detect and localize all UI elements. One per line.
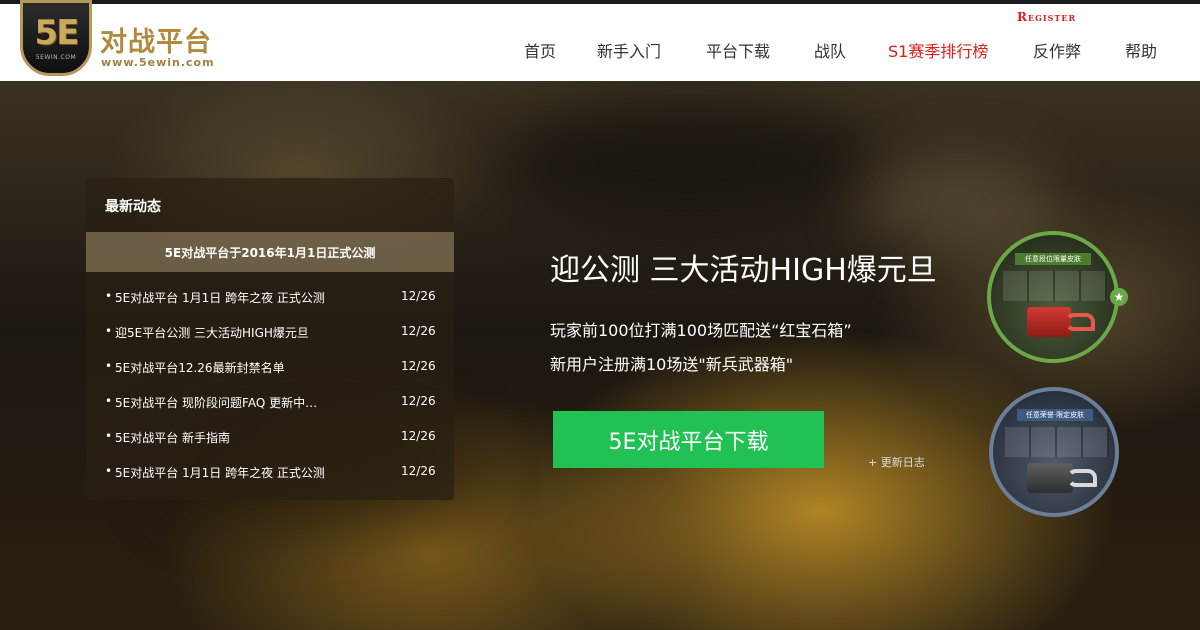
- news-item-title[interactable]: 迎5E平台公测 三大活动HIGH爆元旦: [115, 324, 405, 341]
- news-item[interactable]: • 5E对战平台 1月1日 跨年之夜 正式公测 12/26: [86, 457, 454, 492]
- news-panel: 最新动态 5E对战平台于2016年1月1日正式公测 • 5E对战平台 1月1日 …: [86, 178, 454, 500]
- knife-icon: [1065, 313, 1095, 331]
- download-button[interactable]: 5E对战平台下载: [553, 411, 824, 468]
- star-icon: ★: [1110, 288, 1128, 306]
- bullet-icon: •: [105, 289, 113, 303]
- bullet-icon: •: [105, 429, 113, 443]
- news-item-date: 12/26: [401, 464, 436, 478]
- news-item-title[interactable]: 5E对战平台 1月1日 跨年之夜 正式公测: [115, 464, 405, 481]
- news-item-title[interactable]: 5E对战平台 新手指南: [115, 429, 405, 446]
- badge-label: 任意段位限量皮肤: [1015, 253, 1091, 265]
- register-link[interactable]: Register: [1017, 10, 1076, 24]
- news-item-date: 12/26: [401, 394, 436, 408]
- nav-teams[interactable]: 战队: [814, 38, 846, 62]
- bullet-icon: •: [105, 359, 113, 373]
- main-nav: 首页 新手入门 平台下载 战队 S1赛季排行榜 反作弊 帮助: [0, 38, 1200, 62]
- nav-anticheat[interactable]: 反作弊: [1033, 38, 1081, 62]
- badge-label: 任意荣誉·限定皮肤: [1017, 409, 1093, 421]
- weapon-rack-icon: [1003, 271, 1107, 301]
- changelog-link[interactable]: + 更新日志: [868, 454, 925, 470]
- news-item[interactable]: • 5E对战平台 1月1日 跨年之夜 正式公测 12/26: [86, 282, 454, 317]
- nav-season-ranking[interactable]: S1赛季排行榜: [888, 38, 988, 62]
- promo-line-1: 玩家前100位打满100场匹配送“红宝石箱”: [550, 321, 852, 340]
- nav-beginner[interactable]: 新手入门: [597, 38, 661, 62]
- bullet-icon: •: [105, 394, 113, 408]
- bullet-icon: •: [105, 464, 113, 478]
- news-item-date: 12/26: [401, 359, 436, 373]
- recruit-case-badge[interactable]: 任意荣誉·限定皮肤: [989, 387, 1119, 517]
- news-item[interactable]: • 迎5E平台公测 三大活动HIGH爆元旦 12/26: [86, 317, 454, 352]
- news-feature-headline[interactable]: 5E对战平台于2016年1月1日正式公测: [86, 232, 454, 272]
- news-panel-title: 最新动态: [105, 199, 161, 215]
- news-list: • 5E对战平台 1月1日 跨年之夜 正式公测 12/26 • 迎5E平台公测 …: [86, 282, 454, 492]
- news-item-date: 12/26: [401, 429, 436, 443]
- nav-home[interactable]: 首页: [524, 38, 556, 62]
- news-item-date: 12/26: [401, 289, 436, 303]
- knife-icon: [1067, 469, 1097, 487]
- news-item-date: 12/26: [401, 324, 436, 338]
- news-item-title[interactable]: 5E对战平台12.26最新封禁名单: [115, 359, 405, 376]
- weapon-rack-icon: [1005, 427, 1109, 457]
- bullet-icon: •: [105, 324, 113, 338]
- promo-heading: 迎公测 三大活动HIGH爆元旦: [550, 253, 937, 288]
- site-header: 5E 5EWIN.COM 对战平台 www.5ewin.com Register…: [0, 0, 1200, 81]
- news-item[interactable]: • 5E对战平台12.26最新封禁名单 12/26: [86, 352, 454, 387]
- news-item-title[interactable]: 5E对战平台 现阶段问题FAQ 更新中…: [115, 394, 405, 411]
- ruby-case-badge[interactable]: 任意段位限量皮肤: [987, 231, 1119, 363]
- promo-line-2: 新用户注册满10场送"新兵武器箱": [550, 355, 794, 374]
- news-item[interactable]: • 5E对战平台 新手指南 12/26: [86, 422, 454, 457]
- news-item[interactable]: • 5E对战平台 现阶段问题FAQ 更新中… 12/26: [86, 387, 454, 422]
- bg-blur: [500, 101, 880, 221]
- hero-banner: 最新动态 5E对战平台于2016年1月1日正式公测 • 5E对战平台 1月1日 …: [0, 81, 1200, 630]
- news-item-title[interactable]: 5E对战平台 1月1日 跨年之夜 正式公测: [115, 289, 405, 306]
- nav-download[interactable]: 平台下载: [706, 38, 770, 62]
- nav-help[interactable]: 帮助: [1125, 38, 1157, 62]
